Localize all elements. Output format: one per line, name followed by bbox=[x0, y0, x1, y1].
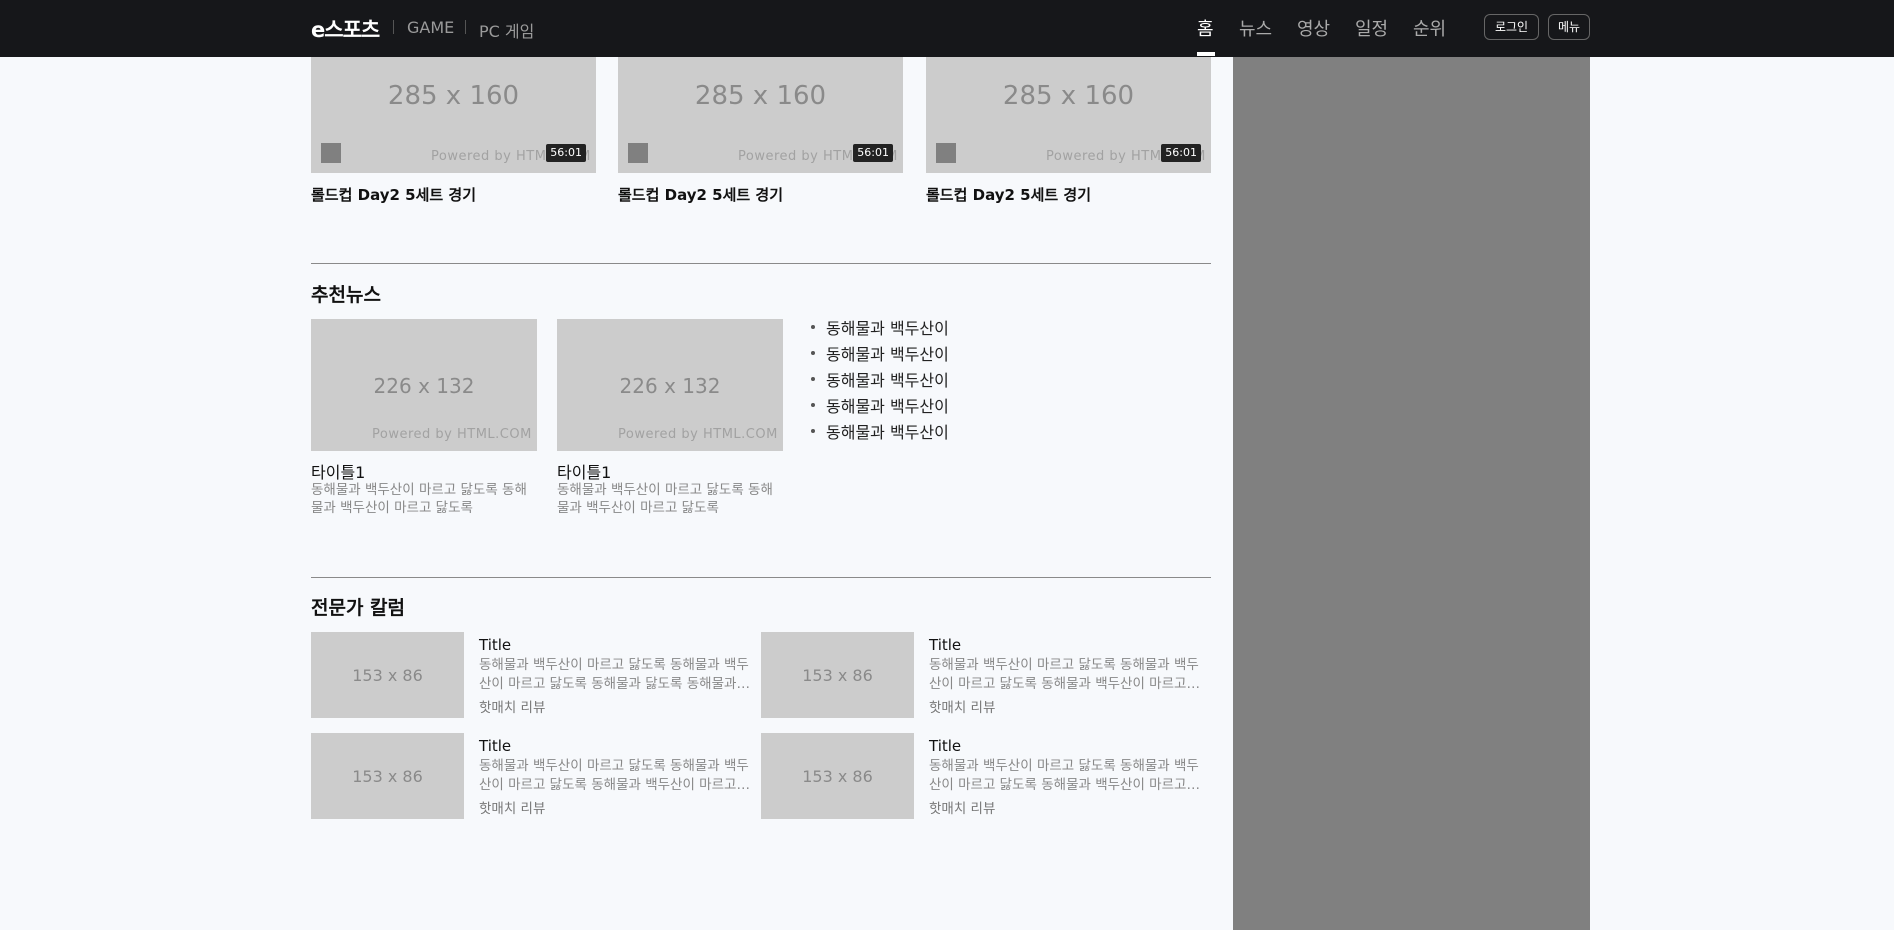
video-thumbnail[interactable]: 285 x 160 Powered by HTML.COM 56:01 bbox=[311, 57, 596, 173]
esports-logo[interactable]: e스포츠 bbox=[311, 14, 380, 44]
section-divider bbox=[311, 577, 1211, 578]
column-title: Title bbox=[479, 636, 512, 654]
tab-ranking[interactable]: 순위 bbox=[1413, 15, 1446, 41]
column-description: 동해물과 백두산이 마르고 닳도록 동해물과 백두산이 마르고 닳도록 동해물과… bbox=[929, 657, 1199, 692]
menu-button[interactable]: 메뉴 bbox=[1548, 14, 1590, 40]
news-headline-list: 동해물과 백두산이 동해물과 백두산이 동해물과 백두산이 동해물과 백두산이 … bbox=[809, 318, 949, 448]
column-description: 동해물과 백두산이 마르고 닳도록 동해물과 백두산이 마르고 닳도록 동해물과… bbox=[479, 758, 749, 793]
active-tab-indicator bbox=[1197, 52, 1215, 56]
column-thumbnail: 153 x 86 bbox=[311, 733, 464, 819]
placeholder-size-text: 285 x 160 bbox=[387, 81, 520, 111]
column-description: 동해물과 백두산이 마르고 닳도록 동해물과 백두산이 마르고 닳도록 동해물과… bbox=[479, 657, 749, 692]
login-button[interactable]: 로그인 bbox=[1484, 14, 1539, 40]
column-title: Title bbox=[929, 636, 962, 654]
column-card[interactable]: 153 x 86 Title 동해물과 백두산이 마르고 닳도록 동해물과 백두… bbox=[761, 632, 1201, 718]
column-title: Title bbox=[929, 737, 962, 755]
news-title[interactable]: 타이틀1 bbox=[557, 459, 611, 483]
tab-news[interactable]: 뉴스 bbox=[1239, 15, 1272, 41]
powered-by-text: Powered by HTML.COM bbox=[372, 427, 532, 442]
column-card[interactable]: 153 x 86 Title 동해물과 백두산이 마르고 닳도록 동해물과 백두… bbox=[311, 632, 751, 718]
list-item[interactable]: 동해물과 백두산이 bbox=[809, 422, 949, 448]
news-title[interactable]: 타이틀1 bbox=[311, 459, 365, 483]
expert-column-heading: 전문가 칼럼 bbox=[311, 597, 406, 619]
column-tag: 핫매치 리뷰 bbox=[479, 700, 546, 716]
placeholder-size-text: 226 x 132 bbox=[619, 374, 721, 398]
column-thumbnail: 153 x 86 bbox=[311, 632, 464, 718]
list-item[interactable]: 동해물과 백두산이 bbox=[809, 370, 949, 396]
play-icon bbox=[628, 143, 648, 163]
section-divider bbox=[311, 263, 1211, 264]
video-title[interactable]: 롤드컵 Day2 5세트 경기 bbox=[618, 184, 783, 205]
tab-schedule[interactable]: 일정 bbox=[1355, 15, 1388, 41]
column-thumbnail: 153 x 86 bbox=[761, 733, 914, 819]
column-card[interactable]: 153 x 86 Title 동해물과 백두산이 마르고 닳도록 동해물과 백두… bbox=[761, 733, 1201, 819]
list-item[interactable]: 동해물과 백두산이 bbox=[809, 396, 949, 422]
play-icon bbox=[321, 143, 341, 163]
video-title[interactable]: 롤드컵 Day2 5세트 경기 bbox=[926, 184, 1091, 205]
tab-videos[interactable]: 영상 bbox=[1297, 15, 1330, 41]
recommended-news-heading: 추천뉴스 bbox=[311, 284, 381, 306]
side-ad-placeholder bbox=[1233, 57, 1590, 930]
list-item[interactable]: 동해물과 백두산이 bbox=[809, 318, 949, 344]
news-description: 동해물과 백두산이 마르고 닳도록 동해물과 백두산이 마르고 닳도록 bbox=[557, 482, 773, 516]
placeholder-size-text: 153 x 86 bbox=[802, 666, 873, 685]
placeholder-size-text: 153 x 86 bbox=[352, 666, 423, 685]
tab-home[interactable]: 홈 bbox=[1197, 15, 1214, 41]
placeholder-size-text: 153 x 86 bbox=[352, 767, 423, 786]
divider bbox=[465, 20, 466, 34]
column-description: 동해물과 백두산이 마르고 닳도록 동해물과 백두산이 마르고 닳도록 동해물과… bbox=[929, 758, 1199, 793]
pc-game-link[interactable]: PC 게임 bbox=[479, 18, 534, 42]
list-item[interactable]: 동해물과 백두산이 bbox=[809, 344, 949, 370]
video-thumbnail[interactable]: 285 x 160 Powered by HTML.COM 56:01 bbox=[926, 57, 1211, 173]
video-duration-badge: 56:01 bbox=[1161, 144, 1201, 162]
news-thumbnail[interactable]: 226 x 132 Powered by HTML.COM bbox=[557, 319, 783, 451]
divider bbox=[393, 20, 394, 34]
column-tag: 핫매치 리뷰 bbox=[929, 801, 996, 817]
play-icon bbox=[936, 143, 956, 163]
video-thumbnail[interactable]: 285 x 160 Powered by HTML.COM 56:01 bbox=[618, 57, 903, 173]
column-tag: 핫매치 리뷰 bbox=[929, 700, 996, 716]
column-thumbnail: 153 x 86 bbox=[761, 632, 914, 718]
placeholder-size-text: 285 x 160 bbox=[1002, 81, 1135, 111]
video-duration-badge: 56:01 bbox=[853, 144, 893, 162]
top-navigation-bar: e스포츠 GAME PC 게임 홈 뉴스 영상 일정 순위 로그인 메뉴 bbox=[0, 0, 1894, 57]
news-description: 동해물과 백두산이 마르고 닳도록 동해물과 백두산이 마르고 닳도록 bbox=[311, 482, 527, 516]
game-link[interactable]: GAME bbox=[407, 18, 454, 37]
powered-by-text: Powered by HTML.COM bbox=[618, 427, 778, 442]
header-inner: e스포츠 GAME PC 게임 홈 뉴스 영상 일정 순위 로그인 메뉴 bbox=[311, 0, 1590, 57]
video-title[interactable]: 롤드컵 Day2 5세트 경기 bbox=[311, 184, 476, 205]
column-card[interactable]: 153 x 86 Title 동해물과 백두산이 마르고 닳도록 동해물과 백두… bbox=[311, 733, 751, 819]
placeholder-size-text: 153 x 86 bbox=[802, 767, 873, 786]
video-duration-badge: 56:01 bbox=[546, 144, 586, 162]
news-thumbnail[interactable]: 226 x 132 Powered by HTML.COM bbox=[311, 319, 537, 451]
column-title: Title bbox=[479, 737, 512, 755]
placeholder-size-text: 285 x 160 bbox=[694, 81, 827, 111]
placeholder-size-text: 226 x 132 bbox=[373, 374, 475, 398]
column-tag: 핫매치 리뷰 bbox=[479, 801, 546, 817]
